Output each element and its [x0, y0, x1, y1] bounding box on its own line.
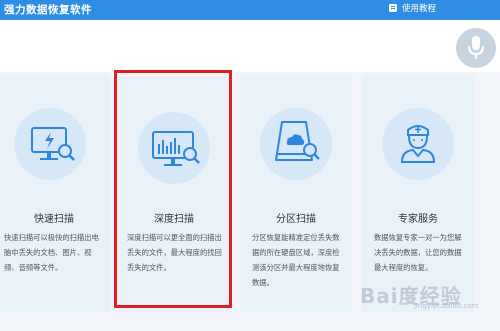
card-partition-scan[interactable]: 分区扫描 分区恢复能精准定位丢失数据的所在硬盘区域，深度检测该分区并最大程度地恢…: [240, 76, 352, 312]
watermark: Bai度经验 jingyan.baidu.com: [360, 280, 479, 310]
quick-scan-icon-circle: [14, 108, 86, 180]
microphone-icon: [468, 36, 484, 59]
expert-service-icon-circle: [382, 108, 454, 180]
quick-scan-title: 快速扫描: [34, 214, 74, 225]
toolbar: [0, 20, 500, 72]
watermark-sub: jingyan.baidu.com: [414, 302, 479, 310]
book-icon: [389, 4, 397, 12]
nurse-expert-icon: [400, 125, 436, 163]
partition-scan-icon-circle: [260, 108, 332, 180]
partition-scan-title: 分区扫描: [276, 214, 316, 225]
card-expert-service[interactable]: 专家服务 数据恢复专家一对一为您解决丢失的数据，让您的数据最大程度的恢复。: [362, 76, 474, 312]
monitor-lightning-icon: [31, 127, 75, 161]
title-bar: 强力数据恢复软件 使用教程: [0, 0, 500, 20]
microphone-button[interactable]: [456, 28, 496, 68]
app-title: 强力数据恢复软件: [4, 4, 92, 16]
quick-scan-desc: 快速扫描可以极快的扫描出电脑中丢失的文档、图片、视频、音频等文件。: [4, 233, 99, 272]
tutorial-label: 使用教程: [402, 4, 437, 14]
card-quick-scan[interactable]: 快速扫描 快速扫描可以极快的扫描出电脑中丢失的文档、图片、视频、音频等文件。: [0, 76, 110, 312]
expert-service-desc: 数据恢复专家一对一为您解决丢失的数据，让您的数据最大程度的恢复。: [374, 233, 462, 272]
drive-cloud-icon: [275, 121, 320, 161]
tutorial-link[interactable]: 使用教程: [388, 2, 436, 14]
expert-service-title: 专家服务: [398, 214, 438, 225]
highlight-box: [114, 70, 232, 308]
partition-scan-desc: 分区恢复能精准定位丢失数据的所在硬盘区域，深度检测该分区并最大程度地恢复数据。: [252, 233, 340, 287]
